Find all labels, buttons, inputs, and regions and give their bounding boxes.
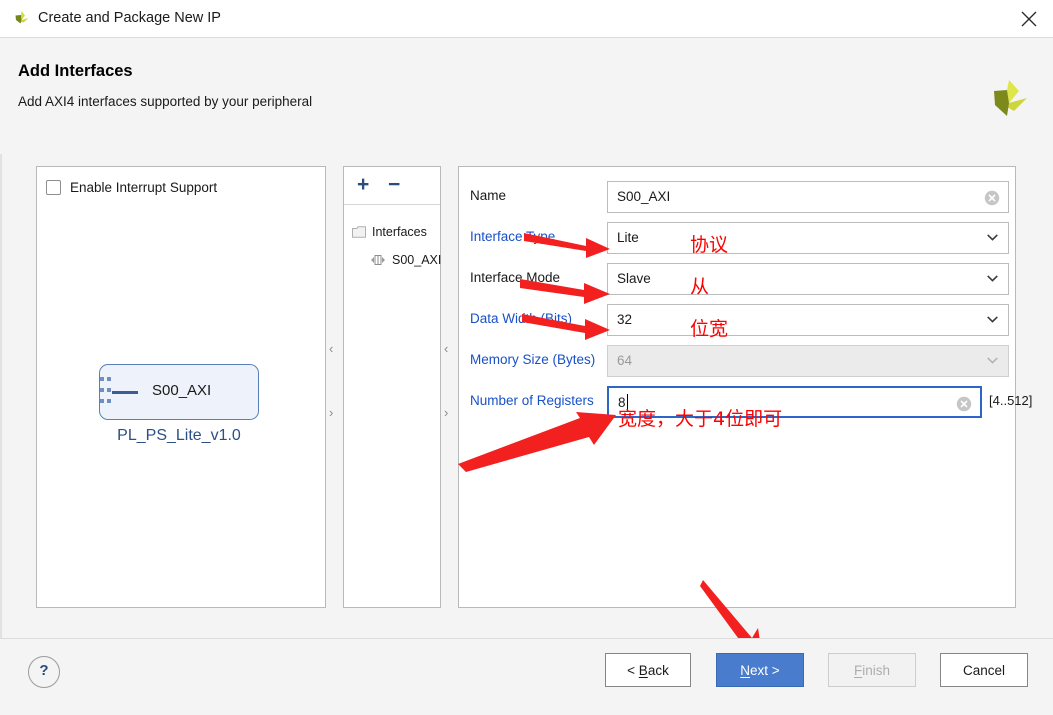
field-label-name: Name bbox=[470, 188, 507, 203]
left-edge-strip bbox=[0, 154, 2, 638]
cancel-button-label: Cancel bbox=[962, 662, 1006, 678]
registers-range-hint: [4..512] bbox=[989, 393, 1033, 408]
next-button-label: Next > bbox=[740, 662, 780, 678]
data-width-value: 32 bbox=[617, 312, 633, 327]
tree-node-label: S00_AXI bbox=[392, 253, 442, 267]
ip-block-caption: PL_PS_Lite_v1.0 bbox=[117, 427, 241, 444]
ip-port-dots-icon bbox=[100, 377, 111, 409]
next-button[interactable]: Next > bbox=[716, 653, 804, 687]
interface-type-value: Lite bbox=[617, 230, 639, 245]
form-row-memory-size: Memory Size (Bytes) 64 bbox=[459, 343, 1015, 379]
field-label-number-of-registers: Number of Registers bbox=[470, 393, 594, 408]
tree-node-s00-axi[interactable]: S00_AXI bbox=[370, 253, 441, 267]
window-title: Create and Package New IP bbox=[38, 10, 221, 26]
memory-size-value: 64 bbox=[617, 353, 633, 368]
collapse-left-icon[interactable]: ‹ bbox=[329, 342, 333, 355]
clear-icon[interactable] bbox=[956, 396, 972, 412]
back-button[interactable]: < Back bbox=[605, 653, 691, 687]
splitter-left[interactable]: ‹ › bbox=[327, 166, 342, 608]
chevron-down-icon[interactable] bbox=[987, 316, 998, 323]
xilinx-brand-logo-icon bbox=[988, 78, 1028, 120]
ip-preview-panel: Enable Interrupt Support S00_AXI PL_PS_L… bbox=[36, 166, 326, 608]
form-row-interface-type: Interface Type Lite bbox=[459, 220, 1015, 256]
field-label-data-width: Data Width (Bits) bbox=[470, 311, 573, 326]
enable-interrupt-support-label: Enable Interrupt Support bbox=[70, 180, 218, 195]
clear-icon[interactable] bbox=[984, 190, 1000, 206]
remove-interface-button[interactable]: − bbox=[388, 174, 400, 195]
tree-node-interfaces[interactable]: Interfaces bbox=[352, 225, 427, 239]
folder-icon bbox=[352, 226, 366, 238]
enable-interrupt-support-checkbox[interactable]: Enable Interrupt Support bbox=[46, 180, 217, 195]
interfaces-tree-panel: + − Interfaces S00_AXI bbox=[343, 166, 441, 608]
ip-port-line-icon bbox=[112, 391, 138, 394]
ip-block-shape[interactable]: S00_AXI bbox=[99, 364, 259, 420]
page-subtitle: Add AXI4 interfaces supported by your pe… bbox=[18, 94, 313, 109]
field-label-interface-type: Interface Type bbox=[470, 229, 556, 244]
number-of-registers-input[interactable]: 8 bbox=[607, 386, 982, 418]
finish-button-label: Finish bbox=[853, 662, 890, 678]
checkbox-box[interactable] bbox=[46, 180, 61, 195]
number-of-registers-value: 8 bbox=[618, 395, 626, 410]
tree-toolbar: + − bbox=[344, 167, 440, 205]
form-row-interface-mode: Interface Mode Slave bbox=[459, 261, 1015, 297]
data-width-select[interactable]: 32 bbox=[607, 304, 1009, 336]
expand-right-icon-2[interactable]: › bbox=[444, 406, 448, 419]
title-bar: Create and Package New IP bbox=[0, 0, 1053, 38]
form-row-data-width: Data Width (Bits) 32 bbox=[459, 302, 1015, 338]
page-title: Add Interfaces bbox=[18, 62, 133, 80]
xilinx-logo-icon bbox=[12, 9, 32, 29]
form-row-number-of-registers: Number of Registers 8 [4..512] bbox=[459, 384, 1032, 420]
dialog-footer: ? < Back Next > Finish Cancel bbox=[0, 638, 1053, 715]
name-input[interactable]: S00_AXI bbox=[607, 181, 1009, 213]
interface-properties-panel: Name S00_AXI Interface Type Lite Interfa… bbox=[458, 166, 1032, 608]
interface-type-select[interactable]: Lite bbox=[607, 222, 1009, 254]
splitter-right[interactable]: ‹ › bbox=[442, 166, 457, 608]
ip-block-name: S00_AXI bbox=[152, 382, 212, 399]
cancel-button[interactable]: Cancel bbox=[940, 653, 1028, 687]
memory-size-select: 64 bbox=[607, 345, 1009, 377]
expand-right-icon[interactable]: › bbox=[329, 406, 333, 419]
name-input-value: S00_AXI bbox=[617, 189, 671, 204]
create-package-ip-dialog: Create and Package New IP Add Interfaces… bbox=[0, 0, 1053, 715]
finish-button: Finish bbox=[828, 653, 916, 687]
interface-mode-value: Slave bbox=[617, 271, 651, 286]
chevron-down-icon bbox=[987, 357, 998, 364]
close-button[interactable] bbox=[1005, 0, 1053, 37]
chevron-down-icon[interactable] bbox=[987, 234, 998, 241]
help-icon: ? bbox=[39, 662, 49, 679]
help-button[interactable]: ? bbox=[28, 656, 60, 688]
add-interface-button[interactable]: + bbox=[357, 174, 369, 195]
field-label-interface-mode: Interface Mode bbox=[470, 270, 561, 285]
interface-mode-select[interactable]: Slave bbox=[607, 263, 1009, 295]
collapse-left-icon-2[interactable]: ‹ bbox=[444, 342, 448, 355]
dialog-body: Enable Interrupt Support S00_AXI PL_PS_L… bbox=[0, 154, 1053, 654]
ip-block-diagram: S00_AXI PL_PS_Lite_v1.0 bbox=[85, 364, 285, 445]
form-row-name: Name S00_AXI bbox=[459, 179, 1015, 215]
text-caret bbox=[627, 394, 628, 411]
page-header: Add Interfaces Add AXI4 interfaces suppo… bbox=[1, 38, 1052, 154]
chevron-down-icon[interactable] bbox=[987, 275, 998, 282]
field-label-memory-size: Memory Size (Bytes) bbox=[470, 352, 596, 367]
interface-port-icon bbox=[371, 255, 385, 265]
tree-node-label: Interfaces bbox=[372, 225, 427, 239]
back-button-label: < Back bbox=[627, 662, 669, 678]
